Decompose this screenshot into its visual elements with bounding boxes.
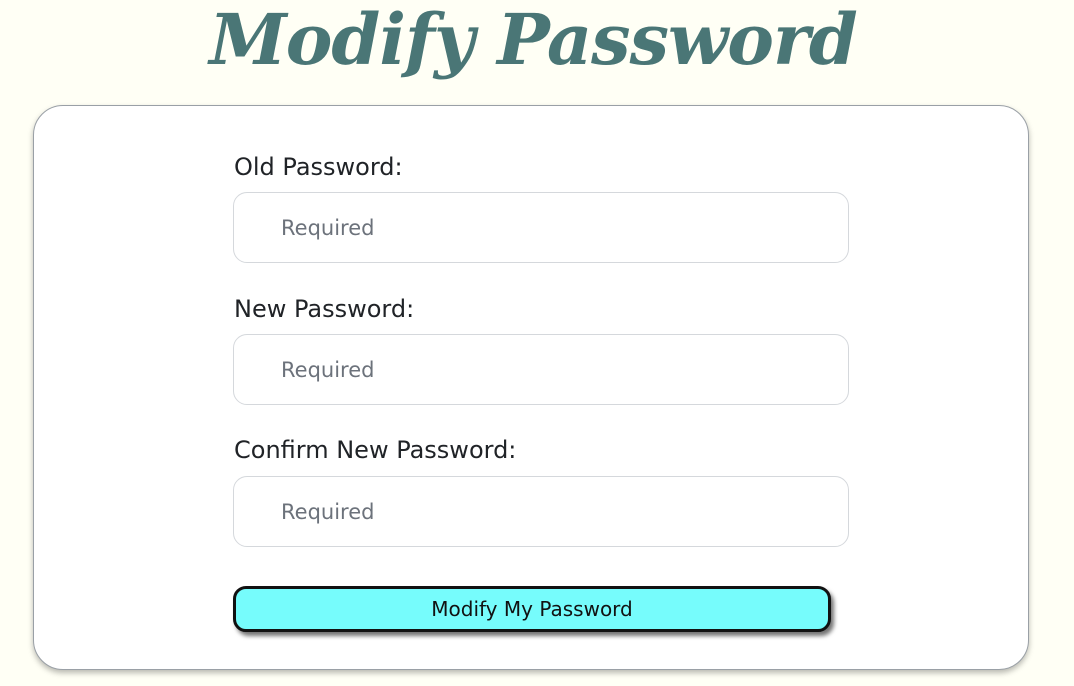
new-password-input[interactable]: [233, 334, 849, 405]
modify-password-button[interactable]: Modify My Password: [233, 586, 831, 632]
page-title: Modify Password: [209, 0, 858, 81]
confirm-password-input[interactable]: [233, 476, 849, 547]
old-password-label: Old Password:: [234, 153, 403, 181]
confirm-password-label: Confirm New Password:: [234, 436, 517, 464]
new-password-label: New Password:: [234, 295, 415, 323]
modify-password-form: Old Password: New Password: Confirm New …: [33, 105, 1029, 670]
old-password-input[interactable]: [233, 192, 849, 263]
